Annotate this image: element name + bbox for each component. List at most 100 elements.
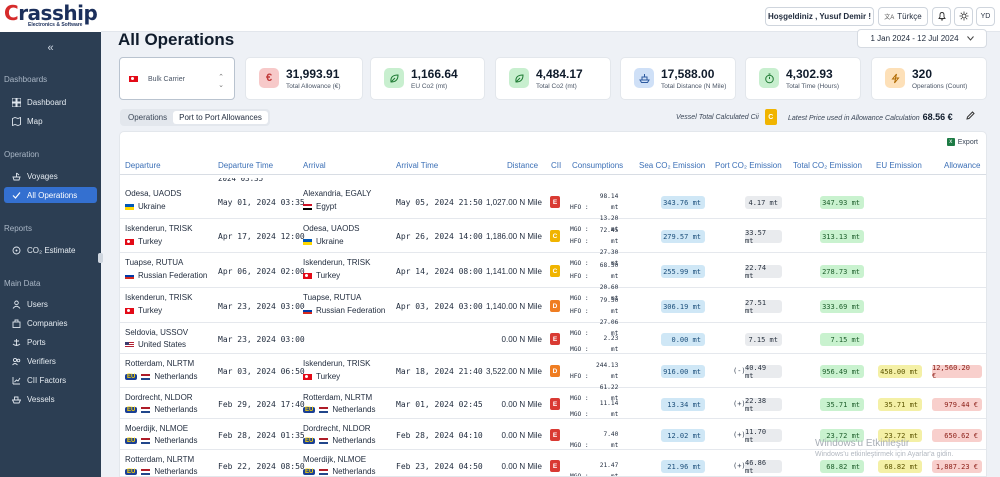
- departure-port[interactable]: Rotterdam, NLRTM: [125, 359, 194, 368]
- edit-price-icon[interactable]: [966, 111, 975, 122]
- departure-country: Ukraine: [125, 202, 166, 211]
- tr-flag-icon: [303, 373, 312, 380]
- sidebar-item-verifiers[interactable]: Verifiers: [4, 353, 97, 369]
- departure-port[interactable]: Dordrecht, NLDOR: [125, 393, 193, 402]
- departure-time: Apr 06, 2024 02:00: [218, 267, 305, 276]
- sidebar-item-map[interactable]: Map: [4, 113, 97, 129]
- header-arrival-time[interactable]: Arrival Time: [396, 161, 438, 170]
- sea-co2-pill: 343.76 mt: [661, 196, 705, 209]
- tab-port-to-port-allowances[interactable]: Port to Port Allowances: [173, 111, 268, 124]
- sidebar-item-all-operations[interactable]: All Operations: [4, 187, 97, 203]
- section-reports: Reports: [4, 224, 33, 233]
- stat-label: EU Co2 (mt): [411, 83, 448, 90]
- activation-watermark-title: Windows'u Etkinleştir: [815, 438, 910, 449]
- arrival-port[interactable]: Moerdijk, NLMOE: [303, 455, 366, 464]
- topbar: Hoşgeldiniz , Yusuf Demir ! 文A Türkçe YD: [101, 0, 1000, 32]
- leaf-icon: [384, 68, 404, 88]
- arrival-port[interactable]: Dordrecht, NLDOR: [303, 424, 371, 433]
- arrival-country: EU Netherlands: [303, 405, 375, 414]
- us-flag-icon: [125, 341, 134, 348]
- sidebar-item-vessels[interactable]: Vessels: [4, 391, 97, 407]
- total-co2-pill: 333.69 mt: [820, 300, 864, 313]
- header-port-co2[interactable]: Port CO₂ Emission: [715, 161, 782, 170]
- fuel-type: HFO: [570, 238, 582, 245]
- arrival-port[interactable]: Rotterdam, NLRTM: [303, 393, 372, 402]
- cii-factors-icon: [11, 375, 21, 385]
- arrival-port[interactable]: Tuapse, RUTUA: [303, 293, 361, 302]
- stat-label: Operations (Count): [912, 83, 968, 90]
- theme-toggle-button[interactable]: [954, 7, 973, 26]
- sidebar-item-ports[interactable]: Ports: [4, 334, 97, 350]
- table-row[interactable]: Dordrecht, NLDOR EU Netherlands Feb 29, 202…: [120, 388, 986, 419]
- arrival-time: Mar 01, 2024 02:45: [396, 400, 483, 409]
- table-row[interactable]: Iskenderun, TRISK Turkey Apr 17, 2024 12:0…: [120, 219, 986, 267]
- header-total-co2[interactable]: Total CO₂ Emission: [793, 161, 862, 170]
- country-name: Netherlands: [332, 405, 376, 414]
- table-row[interactable]: Rotterdam, NLRTM EU Netherlands Mar 03, 202…: [120, 354, 986, 402]
- sidebar-item-dashboard[interactable]: Dashboard: [4, 94, 97, 110]
- vessel-select[interactable]: Bulk Carrier ⌃ ⌄: [119, 57, 235, 100]
- header-arrival[interactable]: Arrival: [303, 161, 326, 170]
- header-cii[interactable]: CII: [551, 161, 561, 170]
- total-co2-pill: 278.73 mt: [820, 265, 864, 278]
- table-row[interactable]: Odesa, UAODS Ukraine May 01, 2024 03:35 Ale…: [120, 184, 986, 233]
- sidebar-item-label: All Operations: [27, 190, 78, 200]
- departure-country: Turkey: [125, 306, 162, 315]
- sidebar-item-voyages[interactable]: Voyages: [4, 168, 97, 184]
- fuel-type: HFO: [570, 308, 582, 315]
- consumption-item: HFO : 79.30 mt: [570, 297, 619, 315]
- greeting-button[interactable]: Hoşgeldiniz , Yusuf Demir !: [765, 7, 874, 26]
- header-distance[interactable]: Distance: [507, 161, 538, 170]
- departure-port[interactable]: Moerdijk, NLMOE: [125, 424, 188, 433]
- sidebar-item-users[interactable]: Users: [4, 296, 97, 312]
- collapse-sidebar-icon[interactable]: «: [0, 42, 101, 56]
- sidebar-item-co2-estimate[interactable]: CO₂ Estimate: [4, 242, 97, 258]
- departure-time: Feb 22, 2024 08:50: [218, 462, 305, 471]
- language-button[interactable]: 文A Türkçe: [878, 7, 928, 26]
- departure-port[interactable]: Iskenderun, TRISK: [125, 293, 192, 302]
- header-sea-co2[interactable]: Sea CO₂ Emission: [639, 161, 705, 170]
- arrival-port[interactable]: Odesa, UAODS: [303, 224, 359, 233]
- header-departure[interactable]: Departure: [125, 161, 161, 170]
- country-name: Netherlands: [154, 372, 198, 381]
- departure-port[interactable]: Rotterdam, NLRTM: [125, 455, 194, 464]
- stat-value: 4,484.17: [536, 67, 583, 81]
- notifications-button[interactable]: [932, 7, 951, 26]
- country-name: Turkey: [138, 306, 163, 315]
- sea-co2-pill: 0.00 mt: [661, 333, 705, 346]
- departure-port[interactable]: Tuapse, RUTUA: [125, 258, 183, 267]
- departure-port[interactable]: Seldovia, USSOV: [125, 328, 188, 337]
- header-departure-time[interactable]: Departure Time: [218, 161, 273, 170]
- user-avatar-button[interactable]: YD: [976, 7, 995, 26]
- header-consumptions[interactable]: Consumptions: [572, 161, 623, 170]
- ru-flag-icon: [125, 272, 134, 279]
- header-eu-emission[interactable]: EU Emission: [876, 161, 922, 170]
- sidebar-item-label: Vessels: [27, 394, 55, 404]
- bolt-icon: [885, 68, 905, 88]
- app-logo[interactable]: Crasship Electronics & Software: [0, 0, 101, 32]
- total-co2-pill: 313.13 mt: [820, 230, 864, 243]
- sidebar-item-cii-factors[interactable]: CII Factors: [4, 372, 97, 388]
- arrival-port[interactable]: Iskenderun, TRISK: [303, 258, 370, 267]
- tab-operations[interactable]: Operations: [122, 111, 173, 124]
- table-row[interactable]: Tuapse, RUTUA Russian Federation Apr 06, 2…: [120, 253, 986, 302]
- consumption-item: MGO : 7.40 mt: [570, 431, 619, 449]
- cii-badge: C: [550, 265, 560, 277]
- arrival-port[interactable]: Alexandria, EGALY: [303, 189, 371, 198]
- departure-port[interactable]: Iskenderun, TRISK: [125, 224, 192, 233]
- table-row[interactable]: Seldovia, USSOV United States Mar 23, 2024…: [120, 323, 986, 354]
- consumption-item: MGO : 21.47 mt: [570, 460, 618, 476]
- sidebar-item-companies[interactable]: Companies: [4, 315, 97, 331]
- stat-label: Total Distance (N Mile): [661, 83, 727, 90]
- table-row[interactable]: Iskenderun, TRISK Turkey Mar 23, 2024 03:0…: [120, 288, 986, 337]
- consumption-item: HFO : 72.45 mt: [570, 227, 619, 245]
- arrival-port[interactable]: Iskenderun, TRISK: [303, 359, 370, 368]
- departure-port[interactable]: Odesa, UAODS: [125, 189, 181, 198]
- departure-country: EU Netherlands: [125, 467, 197, 476]
- date-range-picker[interactable]: 1 Jan 2024 - 12 Jul 2024: [857, 29, 987, 48]
- export-button[interactable]: x Export: [946, 138, 978, 146]
- header-allowance[interactable]: Allowance: [944, 161, 980, 170]
- sidebar-resize-handle[interactable]: [98, 253, 103, 263]
- sea-co2-pill: 12.02 mt: [661, 429, 705, 442]
- sidebar: Crasship Electronics & Software « Dashbo…: [0, 0, 101, 477]
